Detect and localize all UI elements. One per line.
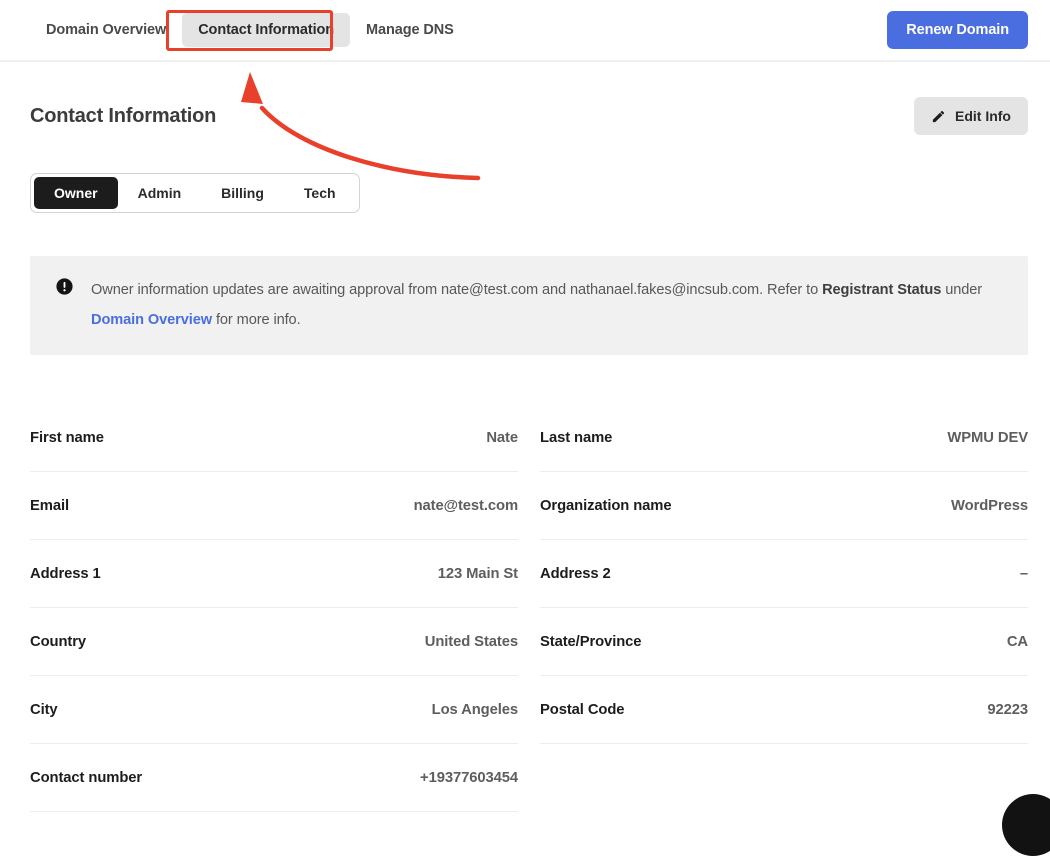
pending-approval-notice: Owner information updates are awaiting a… <box>30 256 1028 355</box>
row-value: WordPress <box>951 497 1028 514</box>
contact-details-grid: First name Nate Email nate@test.com Addr… <box>30 404 1028 812</box>
renew-domain-button[interactable]: Renew Domain <box>887 11 1028 49</box>
contact-information-panel: Contact Information Edit Info Owner Admi… <box>0 62 1050 812</box>
exclamation-circle-icon <box>56 278 73 335</box>
row-label: Contact number <box>30 769 143 786</box>
row-label: Address 2 <box>540 565 611 582</box>
segment-billing[interactable]: Billing <box>201 177 284 209</box>
row-value: – <box>1019 565 1028 582</box>
table-row: State/Province CA <box>540 608 1028 676</box>
notice-text: Owner information updates are awaiting a… <box>91 275 1004 335</box>
page-title: Contact Information <box>30 104 217 127</box>
segment-tech[interactable]: Tech <box>284 177 356 209</box>
support-bubble-icon[interactable] <box>1002 794 1050 856</box>
contact-type-segmented-control: Owner Admin Billing Tech <box>30 173 360 213</box>
row-value: CA <box>1006 633 1028 650</box>
tab-domain-overview[interactable]: Domain Overview <box>30 13 182 47</box>
row-value: +19377603454 <box>420 769 518 786</box>
table-row: City Los Angeles <box>30 676 518 744</box>
table-row: Address 1 123 Main St <box>30 540 518 608</box>
table-row: Email nate@test.com <box>30 472 518 540</box>
notice-part2: under <box>945 282 983 298</box>
row-label: City <box>30 701 58 718</box>
row-label: Postal Code <box>540 701 625 718</box>
top-tab-bar: Domain Overview Contact Information Mana… <box>0 0 1050 62</box>
segment-owner[interactable]: Owner <box>34 177 118 209</box>
tab-contact-information[interactable]: Contact Information <box>182 13 351 47</box>
notice-registrant-status: Registrant Status <box>822 282 942 298</box>
table-row: Contact number +19377603454 <box>30 744 518 812</box>
row-label: State/Province <box>540 633 642 650</box>
tab-manage-dns[interactable]: Manage DNS <box>350 13 470 47</box>
notice-part1: Owner information updates are awaiting a… <box>91 282 823 298</box>
table-row: Address 2 – <box>540 540 1028 608</box>
edit-info-button[interactable]: Edit Info <box>914 97 1028 135</box>
row-value: nate@test.com <box>413 497 519 514</box>
row-label: Address 1 <box>30 565 101 582</box>
pencil-icon <box>931 109 946 124</box>
row-value: 123 Main St <box>437 565 518 582</box>
panel-header: Contact Information Edit Info <box>30 62 1028 170</box>
row-label: Country <box>30 633 87 650</box>
row-label: Last name <box>540 429 613 446</box>
table-row: First name Nate <box>30 404 518 472</box>
table-row: Last name WPMU DEV <box>540 404 1028 472</box>
edit-info-label: Edit Info <box>955 108 1011 124</box>
notice-domain-overview-link[interactable]: Domain Overview <box>91 312 212 328</box>
details-column-right: Last name WPMU DEV Organization name Wor… <box>540 404 1028 812</box>
row-label: First name <box>30 429 104 446</box>
table-row: Postal Code 92223 <box>540 676 1028 744</box>
row-label: Email <box>30 497 69 514</box>
details-column-left: First name Nate Email nate@test.com Addr… <box>30 404 518 812</box>
row-value: United States <box>424 633 518 650</box>
row-label: Organization name <box>540 497 672 514</box>
table-row: Country United States <box>30 608 518 676</box>
row-value: Los Angeles <box>431 701 518 718</box>
table-row: Organization name WordPress <box>540 472 1028 540</box>
row-value: WPMU DEV <box>947 429 1028 446</box>
notice-part3: for more info. <box>215 312 301 328</box>
row-value: Nate <box>486 429 518 446</box>
domain-nav-tabs: Domain Overview Contact Information Mana… <box>30 13 470 47</box>
segment-admin[interactable]: Admin <box>118 177 202 209</box>
row-value: 92223 <box>987 701 1028 718</box>
table-row-empty <box>540 744 1028 812</box>
